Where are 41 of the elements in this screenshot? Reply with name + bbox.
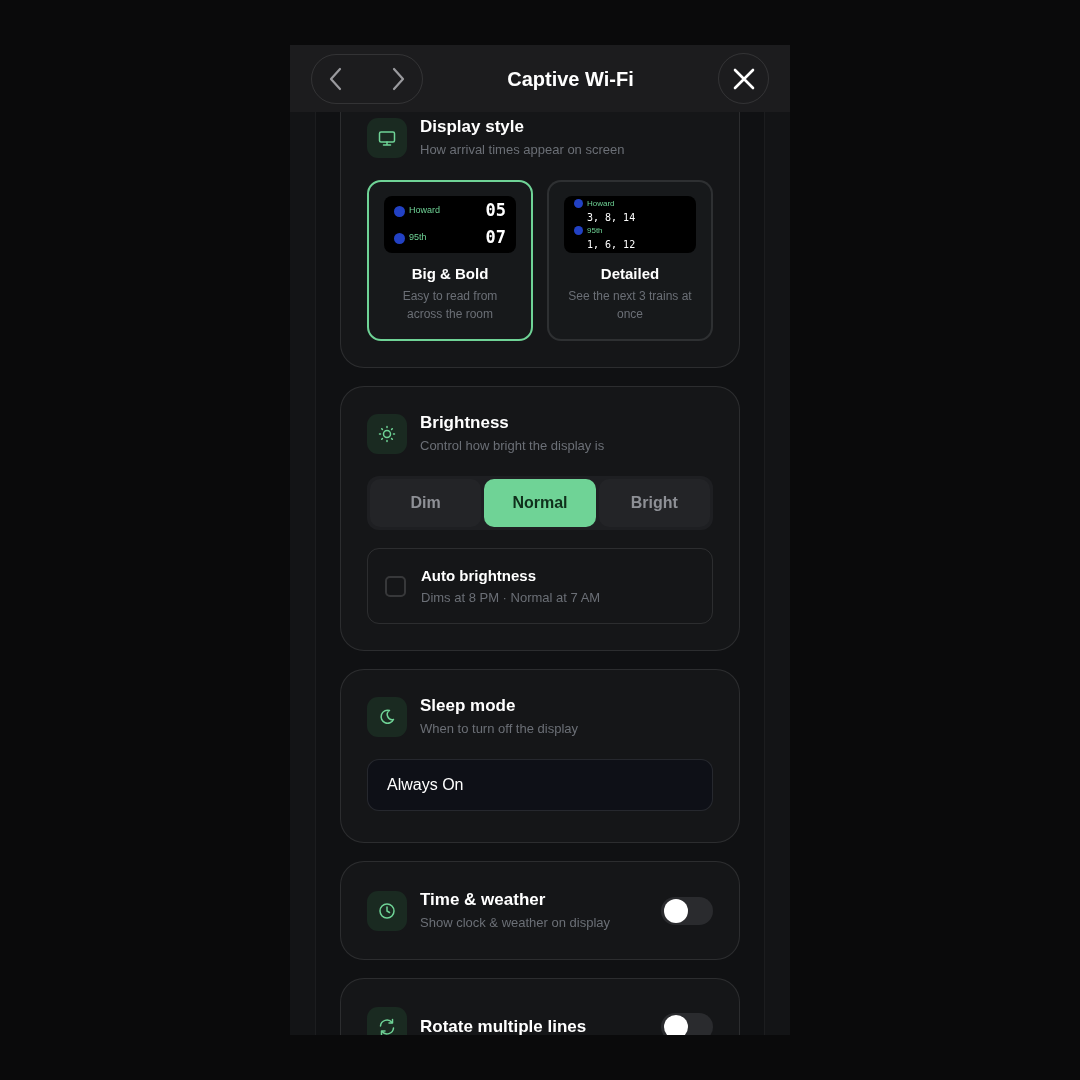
section-title: Time & weather [420,890,547,910]
checkbox[interactable] [385,575,406,597]
station-name: 95th [409,231,427,245]
moon-icon [377,706,397,727]
back-icon[interactable] [328,66,344,91]
segment-tab[interactable]: Bright [598,479,710,527]
section-subtitle: Show clock & weather on display [420,915,612,931]
section-title: Rotate multiple lines [420,1017,588,1035]
style-option-card[interactable]: Howard 3, 8, 14 95th 1, 6, 12 Detailed See the next 3 trains at once [547,180,713,341]
section-title: Sleep mode [420,696,517,716]
option-description: Easy to read from across the room [401,288,499,323]
checkbox-description: Dims at 8 PM · Normal at 7 AM [421,589,601,606]
segment-tab[interactable]: Dim [370,479,482,527]
station-name: 95th [587,224,603,237]
toggle-switch[interactable] [661,896,713,925]
arrival-time: 05 [485,199,506,223]
close-icon [731,66,756,91]
section-title: Display style [420,117,525,137]
arrival-time: 07 [485,226,506,250]
forward-icon[interactable] [390,66,406,91]
refresh-icon [377,1017,397,1035]
sun-icon [377,423,397,444]
station-name: Howard [409,204,440,218]
window-title: Captive Wi-Fi [507,66,634,92]
option-description: See the next 3 trains at once [567,288,693,323]
option-title: Big & Bold [411,265,489,283]
arrival-times: 1, 6, 12 [586,237,637,252]
section-title: Brightness [420,413,510,433]
segment-tab[interactable]: Normal [484,479,596,527]
section-subtitle: How arrival times appear on screen [420,142,626,158]
station-name: Howard [587,197,615,210]
checkbox-label: Auto brightness [421,566,537,585]
section-subtitle: When to turn off the display [420,721,580,737]
select-field[interactable]: Always On [367,759,713,811]
style-option-card[interactable]: Howard 05 95th 07 Big & Bold Easy to read from across the room [367,180,533,341]
option-title: Detailed [600,265,660,283]
arrival-times: 3, 8, 14 [586,210,637,225]
checkbox-row[interactable]: Auto brightness Dims at 8 PM · Normal at 7 AM [367,548,713,624]
clock-icon [377,900,397,921]
section-subtitle: Control how bright the display is [420,438,606,454]
toggle-switch[interactable] [661,1013,713,1035]
